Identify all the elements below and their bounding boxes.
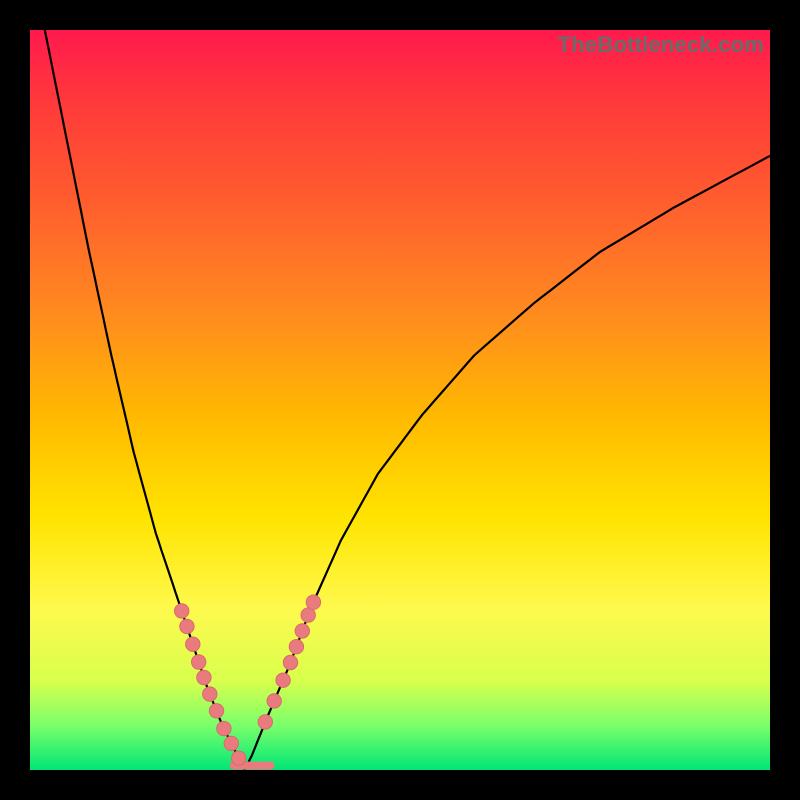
plot-area: TheBottleneck.com	[30, 30, 770, 770]
marker-dot	[186, 637, 200, 651]
marker-dot	[192, 655, 206, 669]
marker-cluster-right	[258, 595, 320, 729]
marker-dot	[175, 604, 189, 618]
marker-dot	[276, 673, 290, 687]
chart-svg	[30, 30, 770, 770]
curve-right-branch	[245, 156, 770, 770]
marker-dot	[180, 619, 194, 633]
marker-dot	[267, 694, 281, 708]
marker-dot	[283, 655, 297, 669]
curve-left-branch	[45, 30, 245, 770]
marker-dot	[203, 687, 217, 701]
marker-cluster-left	[175, 604, 246, 766]
chart-frame: TheBottleneck.com	[0, 0, 800, 800]
marker-dot	[258, 715, 272, 729]
marker-dot	[306, 595, 320, 609]
marker-dot	[289, 640, 303, 654]
marker-dot	[209, 704, 223, 718]
marker-dot	[197, 670, 211, 684]
marker-dot	[295, 624, 309, 638]
marker-dot	[301, 608, 315, 622]
marker-dot	[224, 736, 238, 750]
marker-dot	[232, 751, 246, 765]
marker-dot	[217, 721, 231, 735]
